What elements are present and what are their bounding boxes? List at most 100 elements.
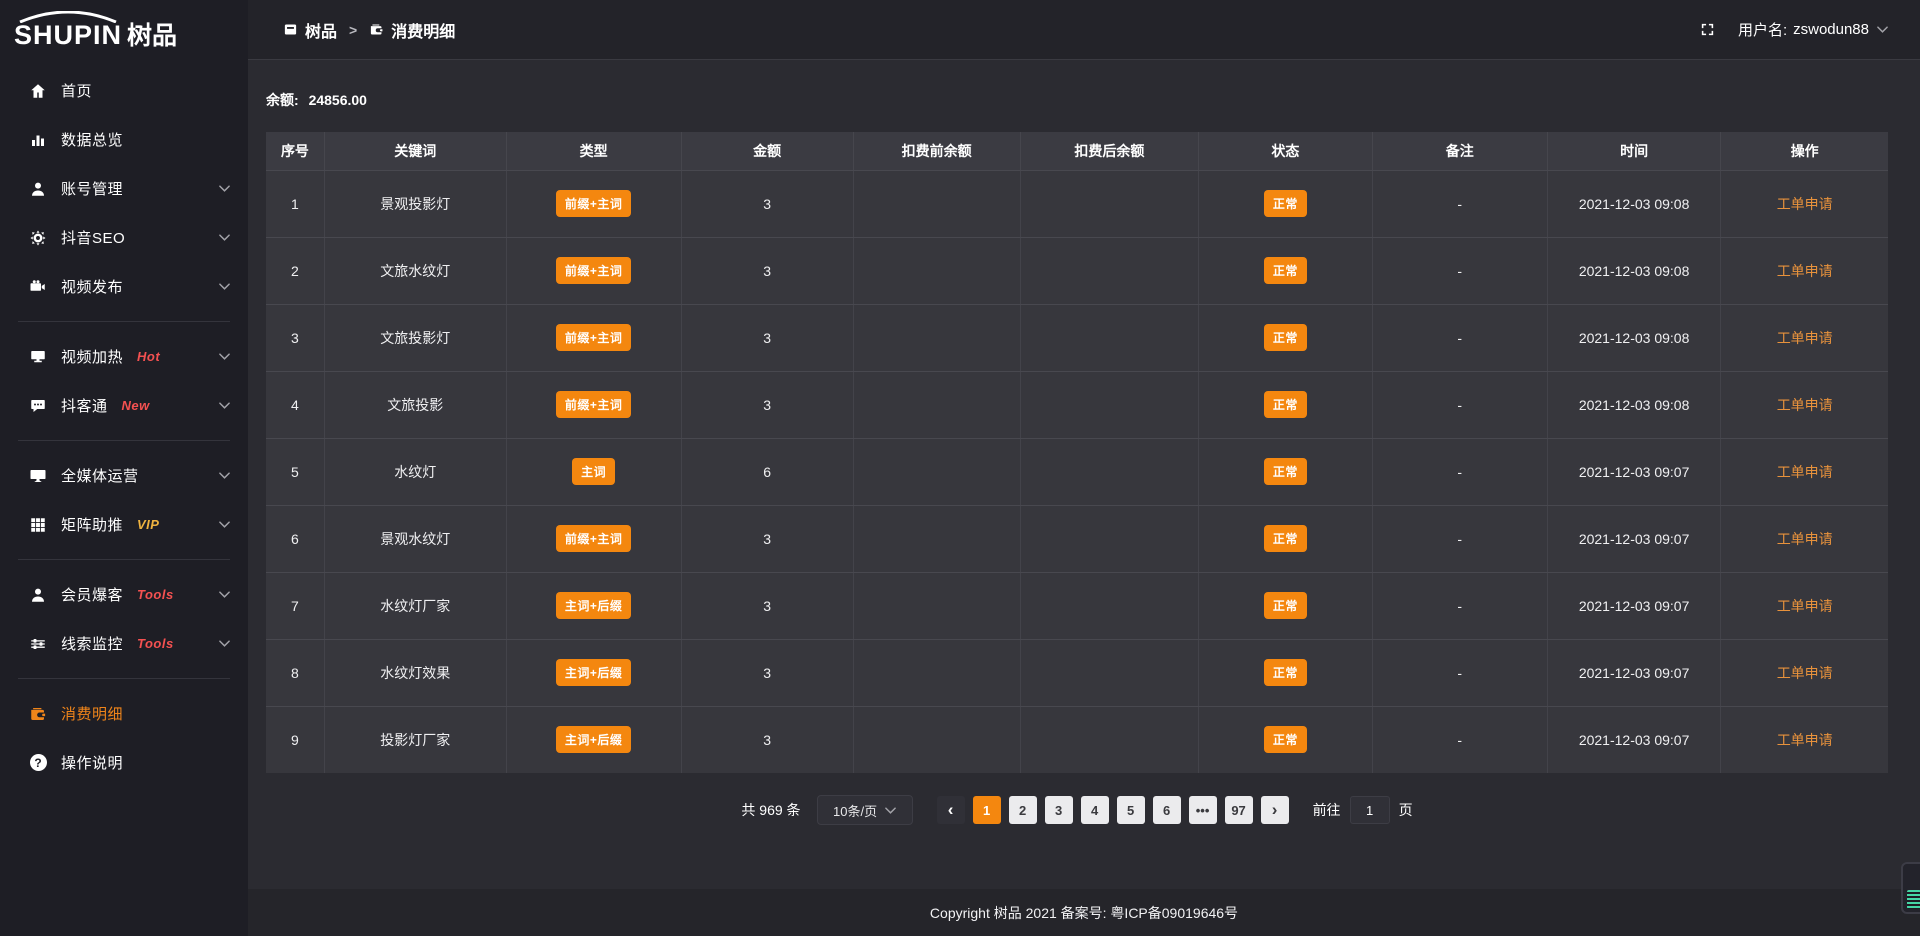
chevron-down-icon <box>219 185 230 192</box>
prev-page-button[interactable]: ‹ <box>937 796 965 824</box>
chevron-down-icon <box>885 807 896 814</box>
chevron-down-icon <box>219 402 230 409</box>
cell-balance-before <box>853 639 1020 706</box>
cell-remark: - <box>1372 371 1547 438</box>
work-order-link[interactable]: 工单申请 <box>1777 330 1833 346</box>
cell-action: 工单申请 <box>1721 371 1888 438</box>
chevron-down-icon <box>219 283 230 290</box>
page-button-97[interactable]: 97 <box>1225 796 1253 824</box>
page-ellipsis-button[interactable]: ••• <box>1189 796 1217 824</box>
column-header-备注: 备注 <box>1372 132 1547 170</box>
cell-remark: - <box>1372 237 1547 304</box>
page-button-2[interactable]: 2 <box>1009 796 1037 824</box>
column-header-序号: 序号 <box>266 132 324 170</box>
cell-balance-after <box>1020 170 1198 237</box>
cell-action: 工单申请 <box>1721 505 1888 572</box>
sidebar-item-线索监控[interactable]: 线索监控Tools <box>0 619 248 668</box>
goto-suffix: 页 <box>1399 800 1413 820</box>
work-order-link[interactable]: 工单申请 <box>1777 397 1833 413</box>
sidebar-item-badge: New <box>122 398 150 413</box>
sidebar-divider <box>18 559 230 560</box>
chevron-down-icon <box>219 521 230 528</box>
cell-action: 工单申请 <box>1721 170 1888 237</box>
sidebar-item-视频加热[interactable]: 视频加热Hot <box>0 332 248 381</box>
question-icon: ? <box>28 753 48 773</box>
work-order-link[interactable]: 工单申请 <box>1777 732 1833 748</box>
cell-amount: 3 <box>681 639 853 706</box>
sidebar-item-数据总览[interactable]: 数据总览 <box>0 115 248 164</box>
table-row: 7水纹灯厂家主词+后缀3正常-2021-12-03 09:07工单申请 <box>266 572 1888 639</box>
cell-keyword: 景观水纹灯 <box>324 505 506 572</box>
page-button-5[interactable]: 5 <box>1117 796 1145 824</box>
footer: Copyright 树品 2021 备案号: 粤ICP备09019646号 <box>248 889 1920 936</box>
sidebar-item-抖音SEO[interactable]: 抖音SEO <box>0 213 248 262</box>
cell-keyword: 水纹灯厂家 <box>324 572 506 639</box>
cell-amount: 3 <box>681 170 853 237</box>
page-button-4[interactable]: 4 <box>1081 796 1109 824</box>
cell-balance-after <box>1020 505 1198 572</box>
cell-status: 正常 <box>1199 572 1373 639</box>
goto-page-input[interactable] <box>1350 796 1390 824</box>
breadcrumb-current[interactable]: 消费明细 <box>369 18 455 42</box>
work-order-link[interactable]: 工单申请 <box>1777 464 1833 480</box>
table-row: 6景观水纹灯前缀+主词3正常-2021-12-03 09:07工单申请 <box>266 505 1888 572</box>
cell-amount: 3 <box>681 371 853 438</box>
cell-balance-before <box>853 371 1020 438</box>
work-order-link[interactable]: 工单申请 <box>1777 665 1833 681</box>
cell-action: 工单申请 <box>1721 572 1888 639</box>
page-button-1[interactable]: 1 <box>973 796 1001 824</box>
user-menu[interactable]: 用户名: zswodun88 <box>1738 19 1888 40</box>
page-button-3[interactable]: 3 <box>1045 796 1073 824</box>
sidebar-item-label: 抖客通 <box>61 395 108 416</box>
cell-status: 正常 <box>1199 505 1373 572</box>
sidebar-item-会员爆客[interactable]: 会员爆客Tools <box>0 570 248 619</box>
cell-action: 工单申请 <box>1721 639 1888 706</box>
cell-remark: - <box>1372 639 1547 706</box>
table-row: 2文旅水纹灯前缀+主词3正常-2021-12-03 09:08工单申请 <box>266 237 1888 304</box>
cell-keyword: 文旅水纹灯 <box>324 237 506 304</box>
sidebar-item-首页[interactable]: 首页 <box>0 66 248 115</box>
type-badge: 前缀+主词 <box>556 525 632 552</box>
sidebar-item-badge: Hot <box>137 349 160 364</box>
floating-widget <box>1901 862 1920 914</box>
page-size-select[interactable]: 10条/页 <box>817 795 913 825</box>
cell-index: 6 <box>266 505 324 572</box>
topbar-right: 用户名: zswodun88 <box>1699 19 1888 40</box>
status-badge: 正常 <box>1264 190 1307 217</box>
column-header-扣费后余额: 扣费后余额 <box>1020 132 1198 170</box>
column-header-类型: 类型 <box>506 132 681 170</box>
cell-status: 正常 <box>1199 371 1373 438</box>
sidebar-divider <box>18 321 230 322</box>
sidebar-item-账号管理[interactable]: 账号管理 <box>0 164 248 213</box>
balance-value: 24856.00 <box>309 92 367 108</box>
work-order-link[interactable]: 工单申请 <box>1777 196 1833 212</box>
cell-time: 2021-12-03 09:08 <box>1547 371 1721 438</box>
cell-type: 主词+后缀 <box>506 639 681 706</box>
sidebar-item-label: 首页 <box>61 80 92 101</box>
sidebar-item-视频发布[interactable]: 视频发布 <box>0 262 248 311</box>
copyright-text: Copyright 树品 2021 备案号: 粤ICP备09019646号 <box>930 903 1238 923</box>
cell-balance-before <box>853 706 1020 773</box>
user-icon <box>28 179 48 199</box>
sidebar-item-抖客通[interactable]: 抖客通 New <box>0 381 248 430</box>
cell-keyword: 水纹灯 <box>324 438 506 505</box>
cell-balance-after <box>1020 304 1198 371</box>
work-order-link[interactable]: 工单申请 <box>1777 531 1833 547</box>
sidebar-item-消费明细[interactable]: 消费明细 <box>0 689 248 738</box>
work-order-link[interactable]: 工单申请 <box>1777 598 1833 614</box>
sidebar-item-全媒体运营[interactable]: 全媒体运营 <box>0 451 248 500</box>
sidebar-item-矩阵助推[interactable]: 矩阵助推VIP <box>0 500 248 549</box>
cell-balance-after <box>1020 438 1198 505</box>
cell-amount: 3 <box>681 505 853 572</box>
user-icon <box>28 585 48 605</box>
cell-time: 2021-12-03 09:08 <box>1547 170 1721 237</box>
next-page-button[interactable]: › <box>1261 796 1289 824</box>
page-button-6[interactable]: 6 <box>1153 796 1181 824</box>
type-badge: 前缀+主词 <box>556 257 632 284</box>
type-badge: 前缀+主词 <box>556 190 632 217</box>
work-order-link[interactable]: 工单申请 <box>1777 263 1833 279</box>
column-header-扣费前余额: 扣费前余额 <box>853 132 1020 170</box>
fullscreen-icon[interactable] <box>1699 21 1716 38</box>
breadcrumb-home[interactable]: 树品 <box>283 18 337 42</box>
sidebar-item-操作说明[interactable]: ?操作说明 <box>0 738 248 787</box>
